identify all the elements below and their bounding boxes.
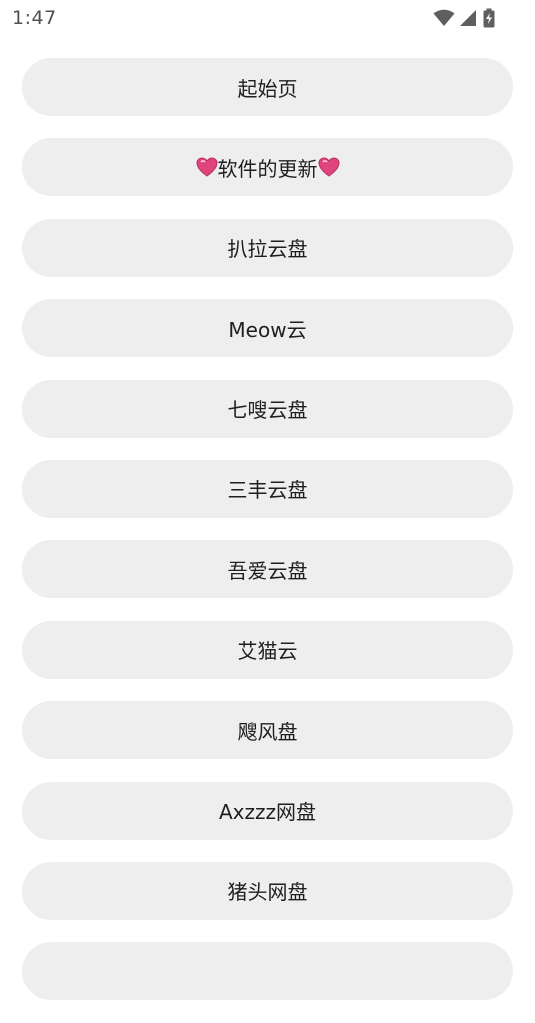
list-item-label: 软件的更新 <box>217 156 318 181</box>
list-item-soufeng-disk[interactable]: 飕风盘 <box>22 701 513 760</box>
list-item-software-update[interactable]: 软件的更新 <box>22 138 513 197</box>
heart-icon <box>195 157 218 178</box>
list-item-label: 艾猫云 <box>237 639 298 664</box>
list-item-label: 七嗖云盘 <box>227 398 308 423</box>
list-item-qisou-cloud[interactable]: 七嗖云盘 <box>22 379 513 438</box>
list-item-label: 起始页 <box>237 76 298 101</box>
status-bar: 1:47 <box>0 0 535 36</box>
list-item-52pojie-cloud[interactable]: 吾爱云盘 <box>22 540 513 599</box>
list-item-label: 猪头网盘 <box>227 880 308 905</box>
wifi-icon <box>433 9 455 27</box>
list-item-meow-cloud[interactable]: Meow云 <box>22 299 513 358</box>
list-item-axzzz-disk[interactable]: Axzzz网盘 <box>22 781 513 840</box>
list-item-aimao-cloud[interactable]: 艾猫云 <box>22 620 513 679</box>
list-item-label: 飕风盘 <box>237 719 298 744</box>
list-item-zhutou-disk[interactable]: 猪头网盘 <box>22 861 513 920</box>
cell-signal-icon <box>459 9 477 27</box>
list-item-label: Meow云 <box>228 317 307 342</box>
cloud-drive-list: 起始页 软件的更新 扒拉云盘 Meow云 七嗖云盘 三丰云盘 吾爱云盘 艾猫云 … <box>22 58 513 1023</box>
list-item-label: Axzzz网盘 <box>218 800 316 825</box>
list-item-label: 吾爱云盘 <box>227 558 308 583</box>
list-item-start-page[interactable]: 起始页 <box>22 58 513 116</box>
list-item-label: 扒拉云盘 <box>227 237 308 262</box>
status-time: 1:47 <box>12 7 57 29</box>
status-icons <box>433 8 495 28</box>
list-item-sanfeng-cloud[interactable]: 三丰云盘 <box>22 459 513 518</box>
battery-charging-icon <box>483 8 495 28</box>
list-item-bala-cloud[interactable]: 扒拉云盘 <box>22 218 513 277</box>
heart-icon <box>317 157 340 178</box>
list-item-label: 三丰云盘 <box>227 478 308 503</box>
